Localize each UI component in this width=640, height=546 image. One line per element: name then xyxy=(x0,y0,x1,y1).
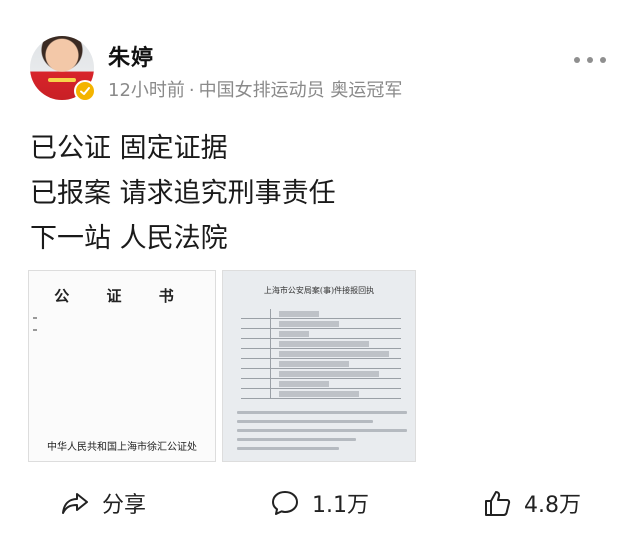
certificate-issuer: 中华人民共和国上海市徐汇公证处 xyxy=(47,442,197,453)
text-line xyxy=(237,438,356,441)
text-line xyxy=(237,420,373,423)
margin-mark xyxy=(33,317,37,319)
form-cell xyxy=(241,369,271,379)
avatar-detail xyxy=(48,78,76,82)
share-icon xyxy=(62,493,88,514)
post-content: 已公证 固定证据 已报案 请求追究刑事责任 下一站 人民法院 xyxy=(30,126,336,261)
share-button[interactable]: 分享 xyxy=(60,478,146,528)
like-count: 4.8万 xyxy=(524,493,581,518)
post-image-notarization-certificate[interactable]: 公 证 书 中华人民共和国上海市徐汇公证处 xyxy=(28,270,216,462)
redacted-field xyxy=(279,311,319,317)
verified-badge-icon xyxy=(74,80,96,102)
form-cell xyxy=(241,319,271,329)
receipt-form xyxy=(241,309,401,399)
form-cell xyxy=(241,339,271,349)
text-line xyxy=(237,411,407,414)
comment-button[interactable]: 1.1万 xyxy=(270,478,369,528)
more-dot xyxy=(600,57,606,63)
form-row xyxy=(241,369,401,379)
margin-mark xyxy=(33,329,37,331)
form-row xyxy=(241,389,401,399)
form-cell xyxy=(241,329,271,339)
text-line xyxy=(237,429,407,432)
more-dot xyxy=(587,57,593,63)
form-row xyxy=(241,329,401,339)
post-text-line: 下一站 人民法院 xyxy=(30,223,228,254)
comment-icon xyxy=(272,491,298,515)
form-row xyxy=(241,379,401,389)
post-time: 12小时前 xyxy=(108,80,185,101)
thumbs-up-icon xyxy=(485,491,511,516)
post-text-line: 已报案 请求追究刑事责任 xyxy=(30,178,336,209)
comment-count: 1.1万 xyxy=(312,493,369,518)
receipt-title: 上海市公安局案(事)件接报回执 xyxy=(263,286,375,295)
redacted-field xyxy=(279,321,339,327)
redacted-field xyxy=(279,351,389,357)
form-row xyxy=(241,359,401,369)
form-cell xyxy=(241,379,271,389)
post-header: 朱婷 12小时前 · 中国女排运动员 奥运冠军 xyxy=(0,0,640,110)
form-cell xyxy=(241,359,271,369)
form-row xyxy=(241,319,401,329)
text-line xyxy=(237,447,339,450)
author-name[interactable]: 朱婷 xyxy=(108,40,154,72)
certificate-title: 公 证 书 xyxy=(54,287,190,305)
post-image-police-receipt[interactable]: 上海市公安局案(事)件接报回执 xyxy=(222,270,416,462)
redacted-field xyxy=(279,341,369,347)
redacted-field xyxy=(279,391,359,397)
post-text-line: 已公证 固定证据 xyxy=(30,133,228,164)
meta-separator: · xyxy=(188,80,195,101)
form-cell xyxy=(241,309,271,319)
post-actions-bar: 分享 1.1万 4.8万 xyxy=(0,478,640,528)
form-row xyxy=(241,309,401,319)
redacted-field xyxy=(279,381,329,387)
redacted-field xyxy=(279,361,349,367)
share-label: 分享 xyxy=(102,493,147,518)
redacted-field xyxy=(279,331,309,337)
redacted-field xyxy=(279,371,379,377)
like-button[interactable]: 4.8万 xyxy=(482,478,581,528)
form-cell xyxy=(241,349,271,359)
author-bio: 中国女排运动员 奥运冠军 xyxy=(198,80,403,101)
form-row xyxy=(241,339,401,349)
form-cell xyxy=(241,389,271,399)
form-row xyxy=(241,349,401,359)
more-options-icon[interactable] xyxy=(574,54,614,66)
more-dot xyxy=(574,57,580,63)
receipt-notes xyxy=(237,411,407,456)
post-meta: 12小时前 · 中国女排运动员 奥运冠军 xyxy=(108,76,402,102)
